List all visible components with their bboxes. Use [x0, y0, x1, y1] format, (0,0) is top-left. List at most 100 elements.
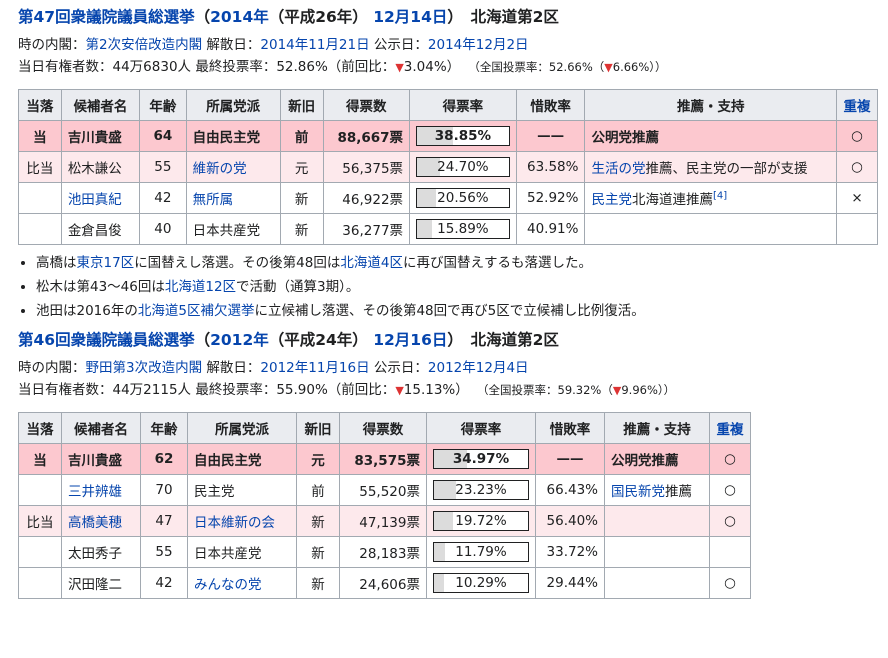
- support-cell: 公明党推薦: [604, 443, 710, 475]
- col-header: 推薦・支持: [604, 412, 710, 444]
- result-cell: [18, 567, 62, 599]
- result-cell: 比当: [18, 151, 62, 183]
- col-header: 得票率: [426, 412, 536, 444]
- reference-link[interactable]: [4]: [713, 191, 727, 202]
- candidate-name: 金倉昌俊: [60, 213, 141, 245]
- col-header[interactable]: 重複: [836, 89, 878, 121]
- list-item: 池田は2016年の北海道5区補欠選挙に立候補し落選、その後第48回で再び5区で立…: [36, 299, 878, 323]
- candidate-link[interactable]: 高橋美穂: [68, 515, 122, 531]
- result-cell: 比当: [18, 505, 62, 537]
- loss-ratio-cell: 52.92%: [515, 182, 586, 214]
- cabinet-label: 時の内閣：: [18, 37, 86, 53]
- vote-share-cell: 38.85%: [409, 120, 517, 152]
- status-cell: 前: [279, 120, 324, 152]
- dup-cell: ○: [709, 474, 751, 506]
- turnout-change: 15.13%）: [403, 382, 469, 398]
- support-cell: 民主党北海道連推薦[4]: [584, 182, 837, 214]
- candidate-name: 松木謙公: [60, 151, 141, 183]
- article-content: 第47回衆議院議員総選挙（2014年（平成26年） 12月14日） 北海道第2区…: [18, 0, 878, 605]
- election-info-line1: 時の内閣：第2次安倍改造内閣 解散日：2014年11月21日 公示日：2014年…: [18, 34, 878, 56]
- table-row: 比当 松木謙公 55 維新の党 元 56,375票 24.70% 63.58% …: [18, 151, 878, 183]
- table-row: 比当 高橋美穂 47 日本維新の会 新 47,139票 19.72% 56.40…: [18, 505, 751, 537]
- col-header[interactable]: 重複: [709, 412, 751, 444]
- paren-close: ）: [447, 8, 456, 26]
- vote-share-bar: 19.72%: [433, 511, 529, 531]
- support-cell: 公明党推薦: [584, 120, 837, 152]
- status-cell: 新: [296, 505, 340, 537]
- candidate-link[interactable]: 池田真紀: [68, 192, 122, 208]
- status-cell: 元: [296, 443, 340, 475]
- party-cell[interactable]: 維新の党: [185, 151, 281, 183]
- party-link[interactable]: 維新の党: [193, 161, 247, 177]
- party-cell[interactable]: みんなの党: [187, 567, 297, 599]
- age-cell: 42: [139, 182, 187, 214]
- district-title: 北海道第2区: [470, 8, 559, 26]
- cabinet-link[interactable]: 野田第3次改造内閣: [86, 360, 203, 376]
- party-cell: 自由民主党: [185, 120, 281, 152]
- vote-share-cell: 15.89%: [409, 213, 517, 245]
- party-cell: 日本共産党: [185, 213, 281, 245]
- candidate-name[interactable]: 高橋美穂: [61, 505, 141, 537]
- year-link[interactable]: 2014年: [210, 8, 269, 26]
- support-party-link[interactable]: 民主党: [591, 192, 632, 208]
- result-cell: 当: [18, 120, 62, 152]
- district-link[interactable]: 東京17区: [77, 255, 135, 271]
- vote-share-text: 10.29%: [455, 575, 507, 591]
- announce-link[interactable]: 2012年12月4日: [428, 360, 529, 376]
- loss-ratio-cell: 63.58%: [515, 151, 586, 183]
- party-cell[interactable]: 無所属: [185, 182, 281, 214]
- down-arrow-icon: ▼: [604, 61, 613, 74]
- year-link[interactable]: 2012年: [210, 331, 269, 349]
- vote-share-bar: 23.23%: [433, 480, 529, 500]
- col-header: 所属党派: [185, 89, 281, 121]
- election-link[interactable]: 第46回衆議院議員総選挙: [18, 331, 195, 349]
- status-cell: 前: [296, 474, 340, 506]
- election-link[interactable]: 第47回衆議院議員総選挙: [18, 8, 195, 26]
- vote-share-bar: 15.89%: [416, 219, 510, 239]
- col-header: 得票数: [322, 89, 411, 121]
- dup-cell: ○: [836, 120, 878, 152]
- candidate-name: 吉川貴盛: [61, 443, 141, 475]
- vote-share-text: 23.23%: [455, 482, 507, 498]
- col-header: 推薦・支持: [584, 89, 837, 121]
- dup-cell: ○: [836, 151, 878, 183]
- party-link[interactable]: 無所属: [193, 192, 234, 208]
- vote-share-cell: 20.56%: [409, 182, 517, 214]
- district-link[interactable]: 北海道12区: [165, 279, 236, 295]
- results-table-e47: 当落 候補者名 年齢 所属党派 新旧 得票数 得票率 惜敗率 推薦・支持 重複 …: [18, 89, 878, 245]
- table-row: 三井辨雄 70 民主党 前 55,520票 23.23% 66.43% 国民新党…: [18, 474, 751, 506]
- vote-share-cell: 23.23%: [426, 474, 536, 506]
- vote-share-bar: 38.85%: [416, 126, 510, 146]
- party-link[interactable]: 日本維新の会: [194, 515, 275, 531]
- candidate-name: 太田秀子: [61, 536, 141, 568]
- announce-label: 公示日：: [369, 37, 428, 53]
- district-link[interactable]: 北海道4区: [340, 255, 403, 271]
- support-party-link[interactable]: 生活の党: [591, 161, 645, 177]
- result-cell: [18, 474, 62, 506]
- by-election-link[interactable]: 北海道5区補欠選挙: [138, 303, 255, 319]
- date-link[interactable]: 12月16日: [373, 331, 447, 349]
- candidate-name[interactable]: 池田真紀: [60, 182, 141, 214]
- candidate-link[interactable]: 三井辨雄: [68, 484, 122, 500]
- announce-link[interactable]: 2014年12月2日: [428, 37, 529, 53]
- vote-share-cell: 24.70%: [409, 151, 517, 183]
- vote-share-bar: 11.79%: [433, 542, 529, 562]
- support-cell: [584, 213, 837, 245]
- support-party-link[interactable]: 国民新党: [611, 484, 665, 500]
- candidate-name[interactable]: 三井辨雄: [61, 474, 141, 506]
- election-info-line1: 時の内閣：野田第3次改造内閣 解散日：2012年11月16日 公示日：2012年…: [18, 357, 878, 379]
- cabinet-link[interactable]: 第2次安倍改造内閣: [86, 37, 203, 53]
- support-cell: 国民新党推薦: [604, 474, 710, 506]
- vote-share-bar: 24.70%: [416, 157, 510, 177]
- election-info-line2: 当日有権者数：44万2115人 最終投票率：55.90%（前回比：▼15.13%…: [18, 379, 878, 402]
- turnout-change: 3.04%）: [403, 59, 461, 75]
- dissolution-link[interactable]: 2014年11月21日: [260, 37, 369, 53]
- votes-cell: 28,183票: [339, 536, 427, 568]
- table-row: 池田真紀 42 無所属 新 46,922票 20.56% 52.92% 民主党北…: [18, 182, 878, 214]
- party-cell[interactable]: 日本維新の会: [187, 505, 297, 537]
- dissolution-link[interactable]: 2012年11月16日: [260, 360, 369, 376]
- party-link[interactable]: みんなの党: [194, 577, 262, 593]
- date-link[interactable]: 12月14日: [373, 8, 447, 26]
- votes-cell: 24,606票: [339, 567, 427, 599]
- national-turnout: （全国投票率：59.32%（▼9.96%））: [482, 383, 676, 397]
